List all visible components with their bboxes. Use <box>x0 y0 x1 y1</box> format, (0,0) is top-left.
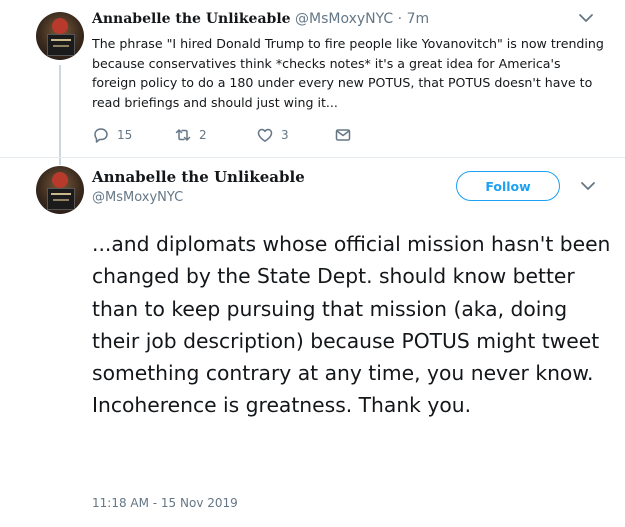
tweet-text: The phrase "I hired Donald Trump to fire… <box>92 36 604 110</box>
reply-icon <box>94 128 108 143</box>
chevron-down-icon[interactable] <box>578 12 594 24</box>
thread-connector <box>59 65 61 165</box>
heart-icon <box>257 128 273 142</box>
retweet-count: 2 <box>199 128 207 142</box>
follow-button[interactable]: Follow <box>456 171 560 201</box>
avatar-book <box>47 34 75 56</box>
direct-message-button[interactable] <box>334 126 352 144</box>
tweet-time[interactable]: 7m <box>407 11 430 27</box>
retweet-button[interactable]: 2 <box>174 126 207 144</box>
retweet-icon <box>175 129 191 141</box>
separator-dot: · <box>397 11 403 27</box>
avatar-figure <box>52 18 68 34</box>
tweet-header: Annabelle the Unlikeable @MsMoxyNYC · 7m <box>92 11 429 27</box>
avatar-figure <box>52 172 68 188</box>
chevron-down-icon[interactable] <box>580 180 596 192</box>
tweet-timestamp[interactable]: 11:18 AM - 15 Nov 2019 <box>92 496 238 510</box>
reply-button[interactable]: 15 <box>92 126 132 144</box>
like-count: 3 <box>281 128 289 142</box>
user-handle[interactable]: @MsMoxyNYC <box>295 11 393 27</box>
display-name[interactable]: Annabelle the Unlikeable <box>92 11 291 27</box>
avatar[interactable] <box>36 12 84 60</box>
avatar[interactable] <box>36 166 84 214</box>
mail-icon <box>335 129 351 141</box>
display-name[interactable]: Annabelle the Unlikeable <box>92 168 305 186</box>
tweet-text: ...and diplomats whose official mission … <box>92 232 611 418</box>
reply-count: 15 <box>117 128 133 142</box>
avatar-book <box>47 188 75 210</box>
user-handle[interactable]: @MsMoxyNYC <box>92 190 183 205</box>
like-button[interactable]: 3 <box>256 126 289 144</box>
divider <box>0 157 625 158</box>
